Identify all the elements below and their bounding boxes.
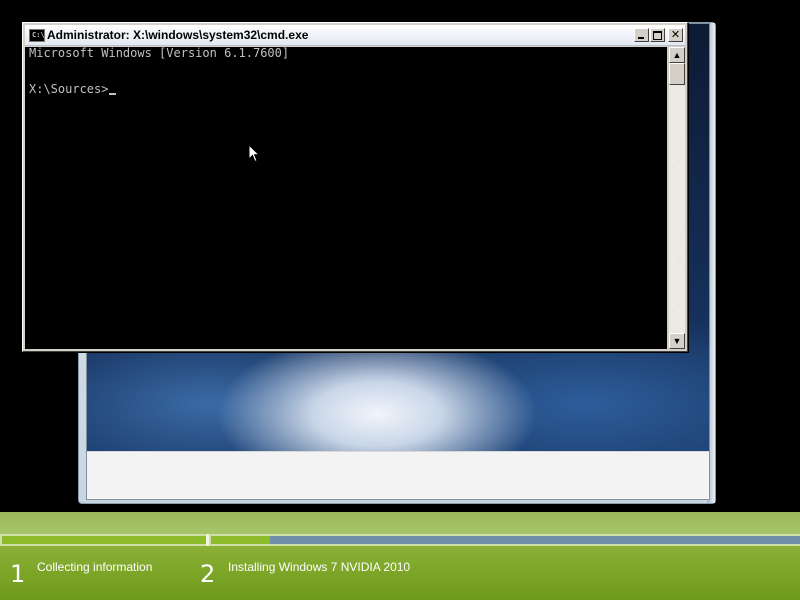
vertical-scrollbar[interactable]: ▲ ▼ (669, 47, 685, 349)
close-icon: ✕ (670, 28, 681, 41)
footer-band (0, 512, 800, 534)
maximize-button[interactable] (650, 28, 665, 42)
console-version-line: Microsoft Windows [Version 6.1.7600] (29, 47, 290, 60)
close-button[interactable]: ✕ (668, 28, 683, 42)
cmd-app-icon-glyph: C:\ (32, 31, 45, 39)
step-1-progress-bar (2, 536, 206, 544)
scroll-up-icon: ▲ (672, 50, 682, 60)
step-2-progress-track (211, 536, 800, 544)
scroll-down-icon: ▼ (672, 336, 682, 346)
cmd-window-title: Administrator: X:\windows\system32\cmd.e… (47, 28, 309, 42)
console-prompt: X:\Sources> (29, 82, 109, 96)
text-caret (109, 93, 117, 95)
setup-bottom-panel (87, 451, 709, 498)
scroll-down-button[interactable]: ▼ (669, 333, 685, 349)
step-1-number: 1 (10, 560, 26, 588)
scroll-thumb[interactable] (669, 63, 685, 85)
console-output[interactable]: Microsoft Windows [Version 6.1.7600] X:\… (25, 47, 667, 349)
step-2-progress-bar (211, 536, 270, 544)
step-2-label: Installing Windows 7 NVIDIA 2010 (228, 560, 411, 574)
install-progress-footer: 1 Collecting information 2 Installing Wi… (0, 512, 800, 600)
cmd-app-icon[interactable]: C:\ (29, 29, 45, 42)
cmd-titlebar[interactable]: C:\ Administrator: X:\windows\system32\c… (25, 25, 685, 46)
minimize-button[interactable] (634, 28, 649, 42)
arrow-cursor-icon (248, 144, 260, 163)
step-2-number: 2 (200, 560, 216, 588)
console-prompt-line: X:\Sources> (29, 82, 117, 96)
scroll-up-button[interactable]: ▲ (669, 47, 685, 63)
step-1-label: Collecting information (37, 560, 153, 574)
cmd-window[interactable]: C:\ Administrator: X:\windows\system32\c… (22, 22, 688, 352)
progress-divider (206, 534, 209, 546)
